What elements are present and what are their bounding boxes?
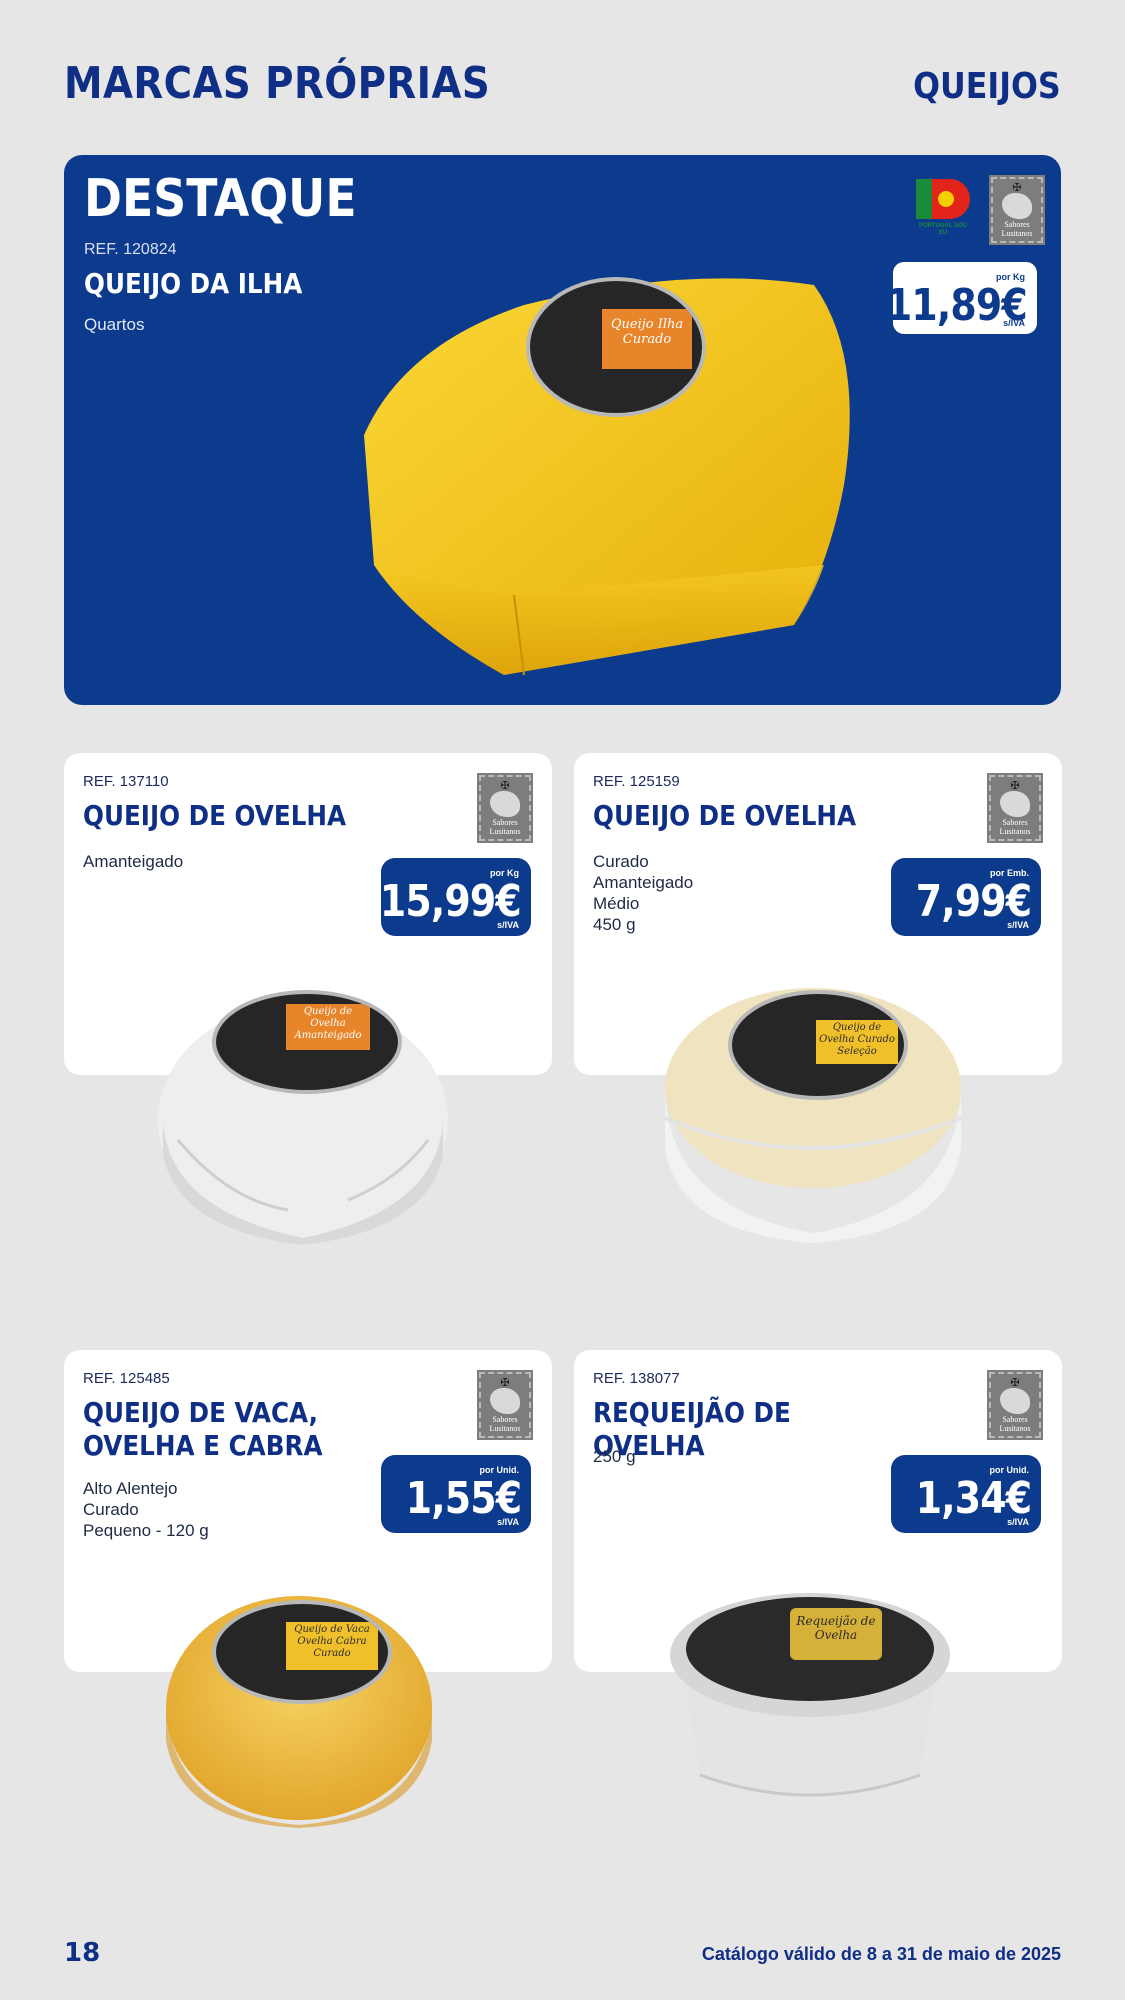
price-tax: s/IVA <box>1007 1517 1029 1527</box>
label-text: Requeijão de Ovelha <box>796 1614 876 1642</box>
price-tax: s/IVA <box>1007 920 1029 930</box>
map-icon <box>1000 1388 1030 1414</box>
product-ref: REF. 137110 <box>83 773 169 790</box>
seal-text: Sabores Lusitanos <box>489 1415 521 1433</box>
sabores-lusitanos-seal: ✠ Sabores Lusitanos <box>477 1370 533 1440</box>
featured-description: Quartos <box>84 315 145 334</box>
product-name: REQUEIJÃO DE OVELHA <box>593 1396 791 1462</box>
product-description: 250 g <box>593 1446 636 1467</box>
product-cheese-label: Queijo de Vaca Ovelha Cabra Curado <box>212 1600 392 1704</box>
map-icon <box>490 791 520 817</box>
description-line: Amanteigado <box>593 873 694 892</box>
map-icon <box>490 1388 520 1414</box>
product-name: QUEIJO DE OVELHA <box>593 799 857 832</box>
description-line: Curado <box>593 852 649 871</box>
price-tax: s/IVA <box>497 1517 519 1527</box>
product-name: QUEIJO DE VACA, OVELHA E CABRA <box>83 1396 323 1462</box>
product-cheese-label: Queijo de Ovelha Amanteigado <box>212 990 402 1094</box>
label-text: Queijo de Vaca Ovelha Cabra Curado <box>294 1624 370 1659</box>
featured-price-tag: por Kg 11,89€ s/IVA <box>886 259 1040 337</box>
page-number: 18 <box>64 1938 101 1968</box>
map-icon <box>1002 193 1032 219</box>
label-text: Queijo de Ovelha Curado Seleção <box>819 1022 895 1057</box>
section-title: QUEIJOS <box>913 66 1061 107</box>
description-line: Pequeno - 120 g <box>83 1521 209 1540</box>
label-text: Queijo de Ovelha Amanteigado <box>294 1006 362 1041</box>
sabores-lusitanos-seal: ✠ Sabores Lusitanos <box>987 1370 1043 1440</box>
description-line: Amanteigado <box>83 852 184 871</box>
tub-label-panel: Requeijão de Ovelha <box>790 1608 882 1660</box>
description-line: 250 g <box>593 1447 636 1466</box>
label-text: Queijo Ilha Curado <box>610 317 684 347</box>
pt-logo-icon <box>916 179 970 219</box>
product-description: Amanteigado <box>83 851 183 872</box>
description-line: 450 g <box>593 915 636 934</box>
product-ref: REF. 125485 <box>83 1370 170 1387</box>
featured-card[interactable]: DESTAQUE REF. 120824 QUEIJO DA ILHA Quar… <box>64 155 1061 705</box>
featured-name: QUEIJO DA ILHA <box>84 267 303 300</box>
sabores-lusitanos-seal: ✠ Sabores Lusitanos <box>987 773 1043 843</box>
seal-text: Sabores Lusitanos <box>999 818 1031 836</box>
description-line: Alto Alentejo <box>83 1479 178 1498</box>
featured-ref: REF. 120824 <box>84 241 177 258</box>
map-icon <box>1000 791 1030 817</box>
portugal-sou-eu-logo: PORTUGAL SOU EU <box>914 177 972 239</box>
seal-text: Sabores Lusitanos <box>489 818 521 836</box>
product-cheese-label: Queijo de Ovelha Curado Seleção <box>728 990 908 1100</box>
price-tag: por Emb. 7,99€ s/IVA <box>891 858 1041 936</box>
sabores-lusitanos-seal: ✠ Sabores Lusitanos <box>989 175 1045 245</box>
sabores-lusitanos-seal: ✠ Sabores Lusitanos <box>477 773 533 843</box>
product-ref: REF. 125159 <box>593 773 680 790</box>
seal-text: Sabores Lusitanos <box>999 1415 1031 1433</box>
price-tag: por Unid. 1,34€ s/IVA <box>891 1455 1041 1533</box>
page-title: MARCAS PRÓPRIAS <box>64 58 491 109</box>
product-name: QUEIJO DE OVELHA <box>83 799 347 832</box>
product-description: Curado Amanteigado Médio 450 g <box>593 851 693 935</box>
pt-logo-text: PORTUGAL SOU EU <box>918 223 968 236</box>
description-line: Curado <box>83 1500 139 1519</box>
product-description: Alto Alentejo Curado Pequeno - 120 g <box>83 1478 209 1541</box>
price-tag: por Unid. 1,55€ s/IVA <box>381 1455 531 1533</box>
description-line: Médio <box>593 894 640 913</box>
price-tag: por Kg 15,99€ s/IVA <box>380 858 531 936</box>
price-tax: s/IVA <box>497 920 519 930</box>
featured-cheese-label: Queijo Ilha Curado <box>526 277 706 417</box>
seal-text: Sabores Lusitanos <box>1001 220 1033 238</box>
product-ref: REF. 138077 <box>593 1370 680 1387</box>
catalog-validity: Catálogo válido de 8 a 31 de maio de 202… <box>701 1944 1061 1964</box>
price-tax: s/IVA <box>1003 318 1025 328</box>
featured-kicker: DESTAQUE <box>84 169 357 229</box>
